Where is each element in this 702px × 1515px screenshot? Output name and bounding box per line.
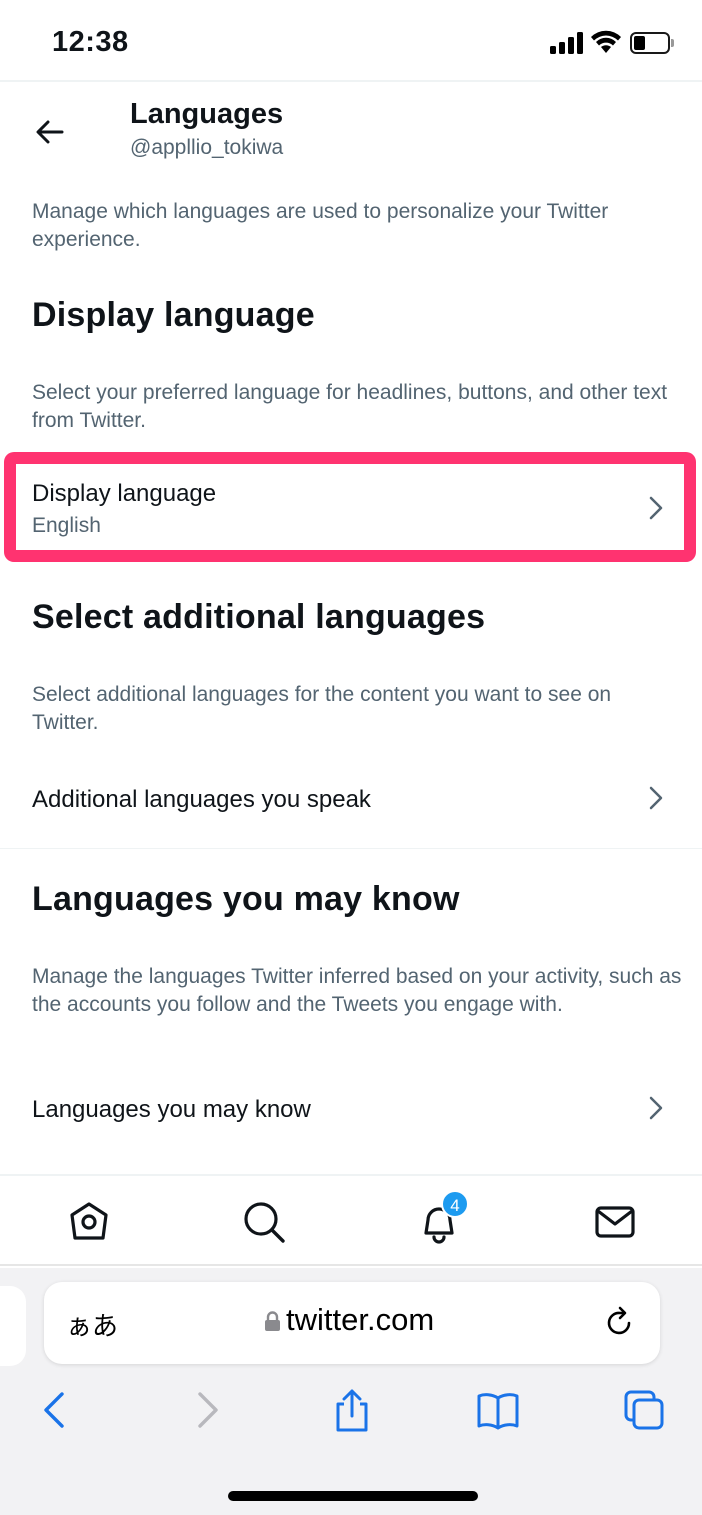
address-bar[interactable]: ぁあ twitter.com: [44, 1282, 660, 1364]
may-know-row-label: Languages you may know: [32, 1096, 311, 1123]
url-text: twitter.com: [286, 1302, 435, 1337]
previous-tab-pill[interactable]: [0, 1286, 26, 1366]
share-icon[interactable]: [330, 1388, 374, 1432]
status-bar: 12:38: [0, 0, 702, 82]
page-title: Languages: [130, 98, 284, 130]
may-know-row[interactable]: Languages you may know: [0, 1066, 702, 1156]
section-divider: [0, 848, 702, 849]
cellular-signal-icon: [550, 32, 584, 54]
safari-toolbar: ぁあ twitter.com: [0, 1268, 702, 1515]
reload-icon[interactable]: [604, 1306, 636, 1338]
twitter-tab-bar: [0, 1174, 702, 1266]
status-time: 12:38: [52, 26, 129, 58]
highlight-box: [4, 452, 696, 562]
may-know-heading: Languages you may know: [32, 880, 460, 918]
home-indicator: [228, 1491, 478, 1501]
chevron-right-icon: [649, 1096, 663, 1120]
additional-languages-heading: Select additional languages: [32, 598, 486, 636]
page-header: Languages @appllio_tokiwa: [0, 84, 702, 184]
chevron-right-icon: [649, 786, 663, 810]
display-language-heading: Display language: [32, 296, 315, 334]
lock-icon: [265, 1311, 280, 1331]
account-handle: @appllio_tokiwa: [130, 136, 284, 159]
intro-text: Manage which languages are used to perso…: [32, 200, 609, 251]
battery-icon: [630, 32, 674, 54]
notifications-badge: 4: [441, 1190, 469, 1218]
home-icon[interactable]: [65, 1198, 113, 1246]
additional-languages-row[interactable]: Additional languages you speak: [0, 758, 702, 848]
bookmarks-icon[interactable]: [476, 1388, 520, 1432]
additional-languages-description: Select additional languages for the cont…: [32, 683, 612, 734]
display-language-description: Select your preferred language for headl…: [32, 381, 668, 432]
additional-languages-row-label: Additional languages you speak: [32, 786, 371, 813]
tabs-icon[interactable]: [622, 1388, 666, 1432]
wifi-icon: [591, 30, 621, 53]
browser-forward-icon[interactable]: [184, 1388, 228, 1432]
may-know-description: Manage the languages Twitter inferred ba…: [32, 965, 682, 1016]
browser-back-icon[interactable]: [34, 1388, 78, 1432]
back-arrow-icon[interactable]: [30, 112, 70, 152]
search-icon[interactable]: [240, 1198, 288, 1246]
page-settings-button[interactable]: ぁあ: [66, 1306, 118, 1343]
messages-icon[interactable]: [591, 1198, 639, 1246]
